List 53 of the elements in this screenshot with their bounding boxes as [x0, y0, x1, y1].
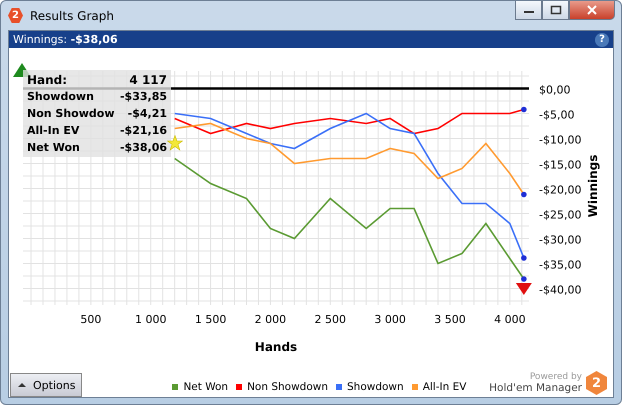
x-tick-label: 4 000	[494, 313, 526, 326]
star-icon	[167, 135, 183, 151]
y-tick-label: -$15,00	[539, 158, 582, 172]
options-button[interactable]: Options	[10, 373, 82, 397]
legend-label: Showdown	[347, 381, 404, 393]
tooltip-label: Non Showdow	[27, 107, 114, 120]
y-axis-title: Winnings	[586, 154, 600, 218]
powered-by-text: Powered by	[530, 372, 582, 382]
y-tick-label: -$20,00	[539, 184, 582, 196]
x-axis-title: Hands	[254, 340, 298, 354]
tooltip-label: Showdown	[27, 90, 94, 103]
app-icon: 2	[8, 8, 23, 23]
x-tick-label: 500	[80, 313, 102, 326]
window-title: Results Graph	[30, 8, 114, 22]
y-tick-label: -$25,00	[539, 208, 582, 222]
min-marker-icon	[516, 283, 532, 295]
tooltip-value: -$38,06	[120, 141, 167, 154]
legend-label: Non Showdown	[247, 381, 328, 393]
endpoint-dot	[521, 276, 527, 282]
x-tick-label: 3 500	[434, 313, 466, 326]
close-icon	[586, 5, 598, 15]
y-tick-label: -$35,00	[539, 258, 582, 272]
legend-label: Net Won	[183, 381, 228, 393]
y-tick-label: $0,00	[539, 84, 570, 96]
tooltip-value: 4 117	[129, 72, 167, 86]
endpoint-dot	[521, 255, 527, 261]
maximize-button[interactable]	[542, 1, 569, 20]
y-tick-label: -$10,00	[539, 134, 582, 146]
endpoint-dot	[521, 106, 527, 112]
endpoint-dot	[521, 192, 527, 198]
winnings-summary: Winnings: -$38,06	[13, 33, 118, 46]
close-button[interactable]	[569, 1, 615, 20]
x-tick-label: 1 500	[194, 313, 226, 326]
legend-label: All-In EV	[422, 381, 466, 393]
brand-name: Hold'em Manager	[489, 382, 582, 394]
x-tick-label: 2 500	[314, 313, 346, 326]
caret-up-icon	[17, 382, 27, 388]
help-button[interactable]: ?	[595, 32, 609, 46]
y-tick-label: -$30,00	[539, 234, 582, 246]
tooltip-value: -$33,85	[120, 90, 167, 103]
minimize-button[interactable]	[515, 1, 542, 20]
tooltip-label: All-In EV	[27, 124, 80, 137]
tooltip-label: Hand:	[27, 72, 68, 86]
tooltip-label: Net Won	[27, 141, 80, 154]
tooltip-value: -$4,21	[128, 107, 167, 120]
y-tick-label: -$5,00	[539, 108, 574, 122]
y-tick-label: -$40,00	[539, 284, 582, 296]
brand-logo: 2	[586, 371, 607, 395]
x-tick-label: 1 000	[134, 313, 166, 326]
maximize-icon	[550, 5, 562, 15]
x-tick-label: 2 000	[254, 313, 286, 326]
x-tick-label: 3 000	[374, 313, 406, 326]
tooltip-value: -$21,16	[120, 124, 167, 137]
